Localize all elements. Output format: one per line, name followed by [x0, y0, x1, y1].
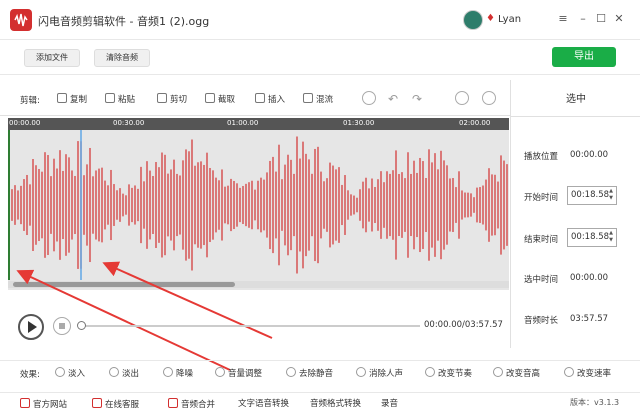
maximize-icon[interactable]: ☐ [594, 12, 608, 26]
remove-silence-button[interactable]: 去除静音 [286, 367, 333, 379]
menu-icon[interactable]: ≡ [556, 12, 570, 26]
official-site-link[interactable]: 官方网站 [20, 398, 67, 410]
selected-time-label: 选中时间 [524, 275, 559, 285]
time-tick: 01:30.00 [343, 119, 375, 127]
end-time-label: 结束时间 [524, 235, 559, 245]
time-tick: 01:00.00 [227, 119, 259, 127]
duration-value: 03:57.57 [570, 314, 609, 324]
play-button[interactable] [18, 314, 44, 340]
crop-icon [205, 93, 215, 103]
spinner-arrows-icon[interactable]: ▲ ▼ [607, 230, 615, 244]
change-rate-button[interactable]: 改变速率 [564, 367, 611, 379]
online-support-link[interactable]: 在线客服 [92, 398, 139, 410]
file-toolbar: 添加文件 清除音频 [0, 41, 640, 75]
app-logo-icon [10, 9, 32, 31]
paste-icon [105, 93, 115, 103]
mix-icon [303, 93, 313, 103]
fade-in-icon [55, 367, 65, 377]
text-to-speech-link[interactable]: 文字语音转换 [238, 398, 289, 410]
format-convert-link[interactable]: 音频格式转换 [310, 398, 361, 410]
edit-toolbar: 剪辑: 复制 粘贴 剪切 截取 插入 混流 ↶ ↷ [0, 82, 510, 116]
export-button[interactable]: 导出 [552, 47, 616, 67]
progress-track[interactable] [80, 325, 420, 327]
vocal-icon [356, 367, 366, 377]
headphones-icon[interactable] [362, 91, 376, 105]
time-ruler: 00:00.00 00:30.00 01:00.00 01:30.00 02:0… [8, 118, 509, 130]
horizontal-scrollbar[interactable] [8, 281, 509, 288]
footer-bar: 官方网站 在线客服 音频合并 文字语音转换 音频格式转换 录音 [0, 392, 640, 412]
zoom-in-icon[interactable] [455, 91, 469, 105]
progress-knob[interactable] [77, 321, 86, 330]
player-controls: 00:00.00/03:57.57 [8, 306, 510, 346]
trim-button[interactable]: 截取 [205, 93, 235, 105]
time-readout: 00:00.00/03:57.57 [424, 320, 503, 330]
copy-button[interactable]: 复制 [57, 93, 87, 105]
remove-vocals-button[interactable]: 消除人声 [356, 367, 403, 379]
waveform[interactable] [8, 130, 509, 280]
end-time-input[interactable]: 00:18.58 ▲ ▼ [567, 228, 617, 247]
divider [511, 116, 640, 117]
insert-icon [255, 93, 265, 103]
mix-button[interactable]: 混流 [303, 93, 333, 105]
selection-panel: 选中 播放位置 00:00.00 开始时间 00:18.58 ▲ ▼ 结束时间 0… [510, 80, 640, 348]
tempo-icon [425, 367, 435, 377]
stop-button[interactable] [53, 317, 71, 335]
time-tick: 02:00.00 [459, 119, 491, 127]
selected-time-value: 00:00.00 [570, 273, 609, 283]
fade-out-icon [109, 367, 119, 377]
cut-button[interactable]: 剪切 [157, 93, 187, 105]
redo-icon[interactable]: ↷ [412, 93, 422, 105]
insert-button[interactable]: 插入 [255, 93, 285, 105]
play-position-value: 00:00.00 [570, 150, 609, 160]
play-position-label: 播放位置 [524, 152, 559, 162]
user-avatar[interactable] [463, 10, 483, 30]
paste-button[interactable]: 粘贴 [105, 93, 135, 105]
time-tick: 00:30.00 [113, 119, 145, 127]
panel-title: 选中 [566, 94, 586, 105]
monitor-icon [20, 398, 30, 408]
close-icon[interactable]: ✕ [612, 12, 626, 26]
user-name[interactable]: Lyan [498, 14, 521, 25]
scissors-icon [157, 93, 167, 103]
effects-bar: 效果: 淡入 淡出 降噪 音量调整 去除静音 消除人声 改变节奏 改变音高 改变… [0, 360, 640, 384]
window-title: 闪电音频剪辑软件 - 音频1 (2).ogg [38, 15, 210, 28]
undo-icon[interactable]: ↶ [388, 93, 398, 105]
add-file-button[interactable]: 添加文件 [24, 49, 80, 67]
record-link[interactable]: 录音 [381, 398, 398, 410]
start-time-input[interactable]: 00:18.58 ▲ ▼ [567, 186, 617, 205]
copy-icon [57, 93, 67, 103]
merge-icon [168, 398, 178, 408]
version-label: 版本：v3.1.3 [570, 398, 620, 407]
title-bar: 闪电音频剪辑软件 - 音频1 (2).ogg ♦ Lyan ≡ – ☐ ✕ [0, 0, 640, 40]
change-pitch-button[interactable]: 改变音高 [493, 367, 540, 379]
zoom-out-icon[interactable] [482, 91, 496, 105]
change-tempo-button[interactable]: 改变节奏 [425, 367, 472, 379]
rate-icon [564, 367, 574, 377]
clear-audio-button[interactable]: 清除音频 [94, 49, 150, 67]
fade-out-button[interactable]: 淡出 [109, 367, 139, 379]
time-tick: 00:00.00 [9, 119, 41, 127]
duration-label: 音频时长 [524, 316, 559, 326]
minimize-icon[interactable]: – [576, 12, 590, 26]
headset-icon [92, 398, 102, 408]
audio-merge-link[interactable]: 音频合并 [168, 398, 215, 410]
start-time-label: 开始时间 [524, 193, 559, 203]
edit-label: 剪辑: [20, 96, 40, 106]
pitch-icon [493, 367, 503, 377]
volume-icon [215, 367, 225, 377]
fade-in-button[interactable]: 淡入 [55, 367, 85, 379]
scroll-thumb[interactable] [13, 282, 235, 287]
waveform-area[interactable]: 00:00.00 00:30.00 01:00.00 01:30.00 02:0… [8, 118, 509, 290]
denoise-icon [163, 367, 173, 377]
silence-icon [286, 367, 296, 377]
effects-label: 效果: [20, 370, 40, 380]
denoise-button[interactable]: 降噪 [163, 367, 193, 379]
volume-adjust-button[interactable]: 音量调整 [215, 367, 262, 379]
spinner-arrows-icon[interactable]: ▲ ▼ [607, 188, 615, 202]
vip-icon: ♦ [486, 13, 495, 24]
